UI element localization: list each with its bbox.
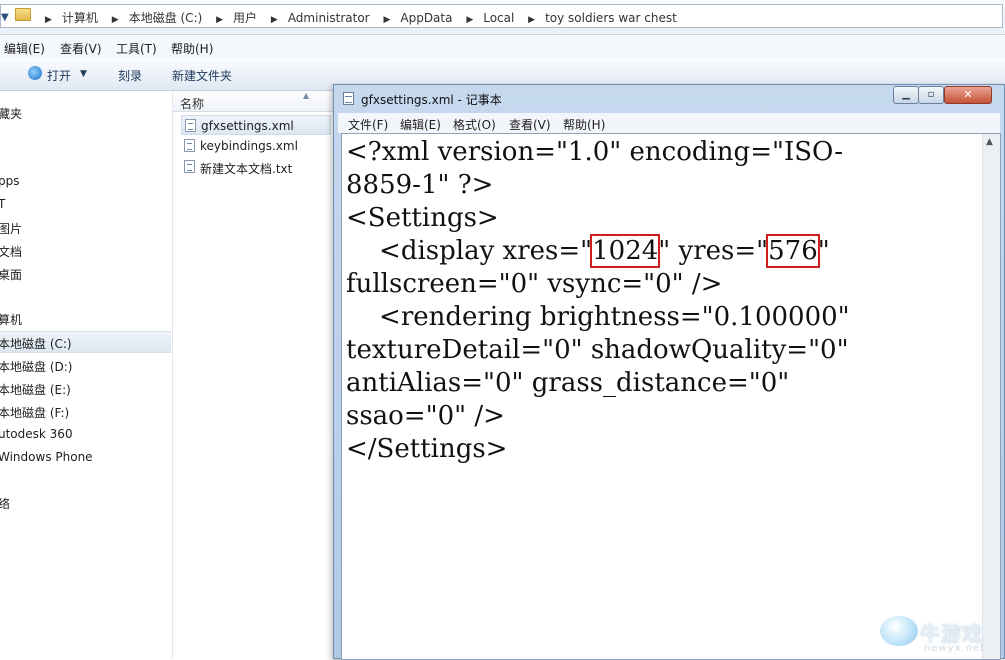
nav-item-desktop[interactable]: 桌面 [0, 266, 22, 283]
close-button[interactable]: ✕ [944, 86, 992, 104]
chevron-down-icon[interactable]: ▼ [80, 69, 87, 79]
text-line: <Settings> [346, 203, 499, 233]
menu-file[interactable]: 文件(F) [348, 116, 388, 133]
text-line: <rendering brightness="0.100000" [346, 302, 850, 332]
maximize-button[interactable]: ▫ [918, 86, 944, 104]
text-line: 8859-1" ?> [346, 170, 494, 200]
chevron-right-icon[interactable]: ▶ [383, 15, 390, 25]
nav-item-drive-c[interactable]: 本地磁盘 (C:) [0, 335, 72, 352]
breadcrumb-appdata[interactable]: AppData [400, 11, 452, 25]
chevron-right-icon[interactable]: ▶ [466, 15, 473, 25]
nav-item-documents[interactable]: 文档 [0, 243, 22, 260]
burn-button[interactable]: 刻录 [118, 67, 142, 84]
nav-item-pictures[interactable]: 图片 [0, 220, 22, 237]
nav-item-favorites[interactable]: 藏夹 [0, 105, 22, 122]
column-header-label: 名称 [180, 97, 205, 111]
new-folder-button[interactable]: 新建文件夹 [172, 67, 232, 84]
menu-help[interactable]: 帮助(H) [171, 40, 213, 57]
nav-item-drive-e[interactable]: 本地磁盘 (E:) [0, 381, 71, 398]
breadcrumb-users[interactable]: 用户 [233, 11, 257, 25]
text-line: textureDetail="0" shadowQuality="0" [346, 335, 849, 365]
column-header-name[interactable]: 名称 ▲ [173, 91, 333, 112]
text-line: <display xres=" [346, 236, 593, 266]
address-bar: ▼ ▶ 计算机 ▶ 本地磁盘 (C:) ▶ 用户 ▶ Administrator ▶ Ap… [0, 0, 1005, 35]
notepad-icon [343, 92, 354, 105]
file-row[interactable]: keybindings.xml [181, 136, 331, 156]
menu-edit[interactable]: 编辑(E) [4, 40, 45, 57]
menu-view[interactable]: 查看(V) [509, 116, 551, 133]
chevron-right-icon[interactable]: ▶ [45, 15, 52, 25]
nav-item-apps[interactable]: pps [0, 174, 20, 188]
text-file-icon [184, 160, 195, 173]
menu-format[interactable]: 格式(O) [453, 116, 496, 133]
nav-item-drive-d[interactable]: 本地磁盘 (D:) [0, 358, 72, 375]
navigation-pane: 藏夹 pps T 图片 文档 桌面 算机 本地磁盘 (C:) 本地磁盘 (D:)… [0, 91, 173, 659]
explorer-menubar: 编辑(E) 查看(V) 工具(T) 帮助(H) [0, 36, 1005, 58]
notepad-titlebar[interactable]: gfxsettings.xml - 记事本 ▁ ▫ ✕ [334, 85, 1004, 113]
breadcrumb-local[interactable]: Local [483, 11, 514, 25]
text-line: fullscreen="0" vsync="0" /> [346, 269, 723, 299]
address-box[interactable]: ▼ ▶ 计算机 ▶ 本地磁盘 (C:) ▶ 用户 ▶ Administrator ▶ Ap… [0, 4, 1003, 28]
xres-value-highlight: 1024 [590, 234, 661, 268]
breadcrumb: ▶ 计算机 ▶ 本地磁盘 (C:) ▶ 用户 ▶ Administrator ▶ AppD… [35, 9, 677, 26]
xml-file-icon [184, 139, 195, 152]
minimize-button[interactable]: ▁ [893, 86, 919, 104]
xml-file-icon [185, 119, 196, 132]
window-title: gfxsettings.xml - 记事本 [361, 93, 502, 107]
menu-tools[interactable]: 工具(T) [116, 40, 157, 57]
watermark: 牛游戏 newyx.net [880, 612, 1000, 657]
chevron-right-icon[interactable]: ▶ [271, 15, 278, 25]
text-line: </Settings> [346, 434, 508, 464]
file-row[interactable]: gfxsettings.xml [181, 115, 331, 135]
notepad-menubar: 文件(F) 编辑(E) 格式(O) 查看(V) 帮助(H) [338, 113, 1000, 133]
file-row[interactable]: 新建文本文档.txt [181, 157, 331, 177]
chevron-right-icon[interactable]: ▶ [528, 15, 535, 25]
text-fragment: " yres=" [658, 236, 769, 266]
file-name: gfxsettings.xml [201, 119, 294, 133]
ie-icon [28, 66, 42, 80]
vertical-scrollbar[interactable]: ▲ [982, 134, 1000, 659]
editor-content: <?xml version="1.0" encoding="ISO- 8859-… [346, 136, 974, 466]
file-name: 新建文本文档.txt [200, 162, 293, 176]
text-line: <?xml version="1.0" encoding="ISO- [346, 137, 844, 167]
menu-help[interactable]: 帮助(H) [563, 116, 605, 133]
chevron-down-icon[interactable]: ▼ [1, 12, 9, 23]
nav-item-network[interactable]: 络 [0, 495, 10, 512]
file-name: keybindings.xml [200, 139, 298, 153]
open-button[interactable]: 打开 [47, 67, 71, 84]
breadcrumb-computer[interactable]: 计算机 [62, 11, 98, 25]
chevron-right-icon[interactable]: ▶ [216, 15, 223, 25]
nav-item-drive-f[interactable]: 本地磁盘 (F:) [0, 404, 69, 421]
nav-item-autodesk-360[interactable]: utodesk 360 [0, 427, 73, 441]
breadcrumb-current-folder[interactable]: toy soldiers war chest [545, 11, 677, 25]
watermark-logo-icon [880, 616, 918, 646]
sort-arrow-icon: ▲ [303, 91, 310, 100]
breadcrumb-administrator[interactable]: Administrator [288, 11, 370, 25]
folder-icon [15, 8, 31, 21]
breadcrumb-drive-c[interactable]: 本地磁盘 (C:) [129, 11, 203, 25]
chevron-right-icon[interactable]: ▶ [112, 15, 119, 25]
nav-item-windows-phone[interactable]: Windows Phone [0, 450, 93, 464]
nav-item-t[interactable]: T [0, 197, 5, 211]
watermark-url: newyx.net [924, 643, 986, 654]
text-fragment: " [817, 236, 830, 266]
text-line: antiAlias="0" grass_distance="0" [346, 368, 790, 398]
nav-item-computer[interactable]: 算机 [0, 311, 22, 328]
text-line: ssao="0" /> [346, 401, 505, 431]
scroll-up-icon[interactable]: ▲ [986, 137, 993, 147]
yres-value-highlight: 576 [766, 234, 820, 268]
text-editor[interactable]: <?xml version="1.0" encoding="ISO- 8859-… [341, 133, 1001, 660]
menu-edit[interactable]: 编辑(E) [400, 116, 441, 133]
notepad-window: gfxsettings.xml - 记事本 ▁ ▫ ✕ 文件(F) 编辑(E) … [333, 84, 1005, 660]
menu-view[interactable]: 查看(V) [60, 40, 102, 57]
